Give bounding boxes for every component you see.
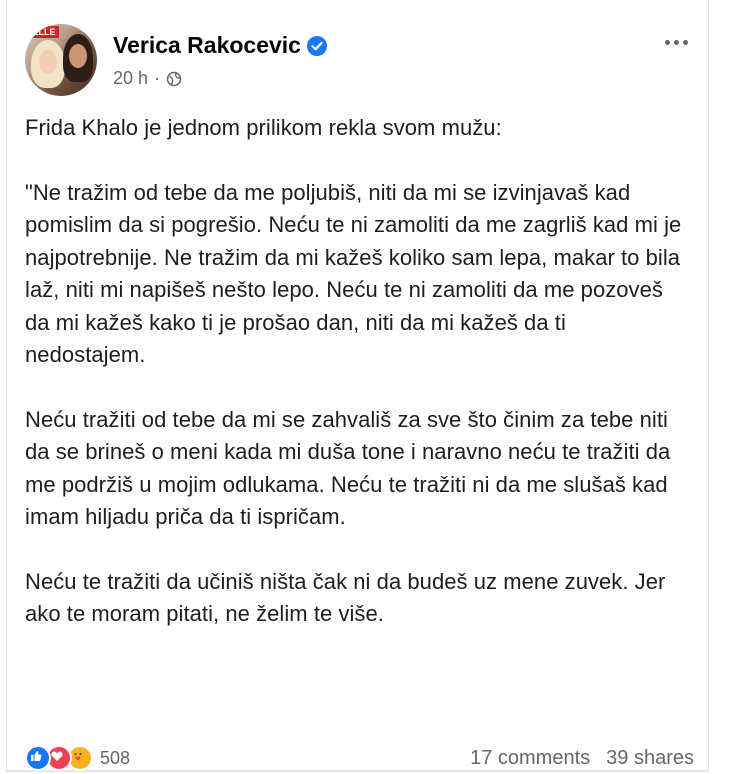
divider bbox=[7, 770, 708, 772]
author-name[interactable]: Verica Rakocevic bbox=[113, 32, 301, 59]
reaction-count: 508 bbox=[100, 747, 131, 768]
reactions-summary[interactable]: 508 bbox=[25, 745, 130, 771]
shares-link[interactable]: 39 shares bbox=[606, 747, 694, 770]
post-paragraph: Neću tražiti od tebe da mi se zahvališ z… bbox=[25, 406, 671, 530]
post-meta: 20 h · bbox=[113, 68, 182, 89]
avatar[interactable]: ELLE bbox=[25, 24, 97, 96]
more-options-icon[interactable] bbox=[658, 30, 694, 54]
post-paragraph: Frida Khalo je jednom prilikom rekla svo… bbox=[25, 115, 502, 140]
post-paragraph: "Ne tražim od tebe da me poljubiš, niti … bbox=[25, 179, 682, 368]
post-card: ELLE Verica Rakocevic 20 h · Frida Khalo… bbox=[6, 2, 709, 772]
avatar-logo: ELLE bbox=[29, 26, 59, 38]
verified-badge-icon bbox=[306, 35, 327, 56]
comments-link[interactable]: 17 comments bbox=[470, 747, 590, 770]
meta-separator: · bbox=[154, 68, 161, 88]
engagement-stats: 17 comments 39 shares bbox=[470, 747, 694, 770]
post-time[interactable]: 20 h bbox=[113, 68, 148, 89]
post-message: Frida Khalo je jednom prilikom rekla svo… bbox=[25, 112, 690, 631]
author-row: Verica Rakocevic bbox=[113, 32, 327, 59]
like-icon bbox=[25, 745, 51, 771]
post-header: ELLE Verica Rakocevic 20 h · bbox=[25, 20, 698, 100]
globe-icon[interactable] bbox=[166, 71, 182, 87]
post-paragraph: Neću te tražiti da učiniš ništa čak ni d… bbox=[25, 568, 666, 627]
